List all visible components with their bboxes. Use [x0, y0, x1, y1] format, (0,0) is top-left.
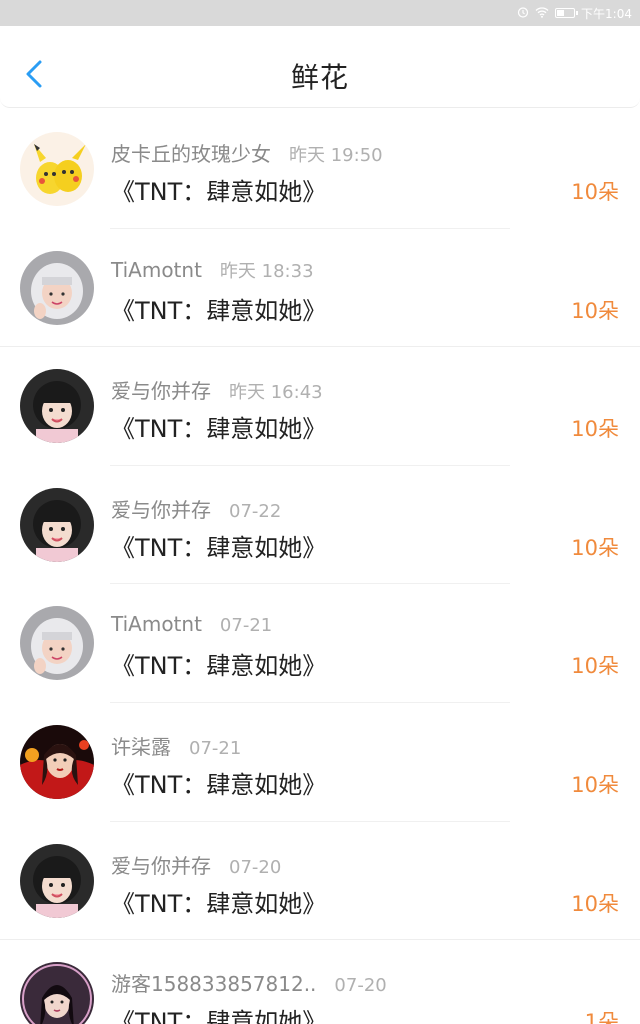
list-item-6[interactable]: 许柒露 07-21 《TNT：肆意如她》 10朵: [0, 702, 640, 822]
battery-icon: [555, 8, 579, 18]
item-meta: 爱与你并存 07-20: [111, 850, 281, 879]
flower-count: 10朵: [571, 535, 619, 560]
book-title[interactable]: 《TNT：肆意如她》: [111, 765, 326, 800]
item-meta: 许柒露 07-21: [111, 731, 241, 760]
timestamp: 07-20: [334, 975, 387, 997]
avatar[interactable]: [20, 369, 94, 444]
item-meta: 皮卡丘的玫瑰少女 昨天 19:50: [111, 138, 383, 167]
timestamp: 07-21: [219, 615, 273, 637]
flower-count: 10朵: [571, 772, 619, 797]
user-name[interactable]: 爱与你并存: [111, 850, 211, 879]
book-title[interactable]: 《TNT：肆意如她》: [111, 409, 326, 444]
status-time: 下午1:04: [581, 6, 632, 21]
avatar[interactable]: [20, 606, 94, 681]
avatar[interactable]: [20, 843, 94, 918]
flower-list: 皮卡丘的玫瑰少女 昨天 19:50 《TNT：肆意如她》 10朵 TiAmotn…: [0, 110, 640, 1024]
flower-count: 10朵: [571, 298, 619, 323]
list-item-1[interactable]: 皮卡丘的玫瑰少女 昨天 19:50 《TNT：肆意如她》 10朵: [0, 110, 640, 229]
flower-count: 10朵: [571, 180, 619, 204]
timestamp: 昨天 19:50: [289, 145, 383, 166]
user-name[interactable]: 许柒露: [111, 731, 171, 760]
book-title[interactable]: 《TNT：肆意如她》: [111, 646, 326, 681]
alarm-icon: [517, 6, 529, 20]
list-item-3[interactable]: 爱与你并存 昨天 16:43 《TNT：肆意如她》 10朵: [0, 347, 640, 466]
book-title[interactable]: 《TNT：肆意如她》: [111, 172, 326, 207]
item-meta: 游客158833857812.. 07-20: [111, 968, 387, 997]
book-title[interactable]: 《TNT：肆意如她》: [111, 1002, 326, 1024]
book-title[interactable]: 《TNT：肆意如她》: [111, 291, 326, 326]
flower-count: 10朵: [571, 417, 619, 442]
list-item-8[interactable]: 游客158833857812.. 07-20 《TNT：肆意如她》 1朵: [0, 940, 640, 1024]
item-meta: 爱与你并存 昨天 16:43: [111, 375, 323, 404]
timestamp: 07-21: [189, 737, 242, 759]
book-title[interactable]: 《TNT：肆意如她》: [111, 884, 326, 919]
list-item-4[interactable]: 爱与你并存 07-22 《TNT：肆意如她》 10朵: [0, 465, 640, 585]
item-meta: TiAmotnt 昨天 18:33: [111, 257, 314, 283]
flower-count: 1朵: [584, 1010, 619, 1024]
user-name[interactable]: TiAmotnt: [111, 258, 202, 282]
flower-count: 10朵: [571, 654, 619, 679]
book-title[interactable]: 《TNT：肆意如她》: [111, 528, 326, 563]
timestamp: 昨天 18:33: [219, 260, 314, 282]
list-item-2[interactable]: TiAmotnt 昨天 18:33 《TNT：肆意如她》 10朵: [0, 228, 640, 348]
list-item-5[interactable]: TiAmotnt 07-21 《TNT：肆意如她》 10朵: [0, 584, 640, 703]
wifi-icon: [535, 6, 549, 20]
avatar[interactable]: [20, 962, 94, 1024]
user-name[interactable]: TiAmotnt: [111, 612, 202, 636]
item-meta: 爱与你并存 07-22: [111, 494, 281, 523]
page-title: 鲜花: [290, 61, 349, 94]
timestamp: 07-22: [229, 500, 282, 522]
avatar[interactable]: [20, 250, 94, 325]
avatar[interactable]: [20, 724, 94, 799]
avatar[interactable]: [20, 132, 94, 206]
timestamp: 昨天 16:43: [229, 382, 323, 404]
user-name[interactable]: 皮卡丘的玫瑰少女: [111, 138, 271, 167]
status-bar: 下午1:04: [0, 0, 640, 26]
flower-count: 10朵: [571, 891, 619, 916]
header: 鲜花: [0, 26, 640, 108]
user-name[interactable]: 爱与你并存: [111, 494, 211, 523]
avatar[interactable]: [20, 487, 94, 562]
timestamp: 07-20: [229, 856, 282, 878]
user-name[interactable]: 爱与你并存: [111, 375, 211, 404]
user-name[interactable]: 游客158833857812..: [111, 968, 316, 997]
list-item-7[interactable]: 爱与你并存 07-20 《TNT：肆意如她》 10朵: [0, 821, 640, 941]
item-meta: TiAmotnt 07-21: [111, 612, 272, 636]
